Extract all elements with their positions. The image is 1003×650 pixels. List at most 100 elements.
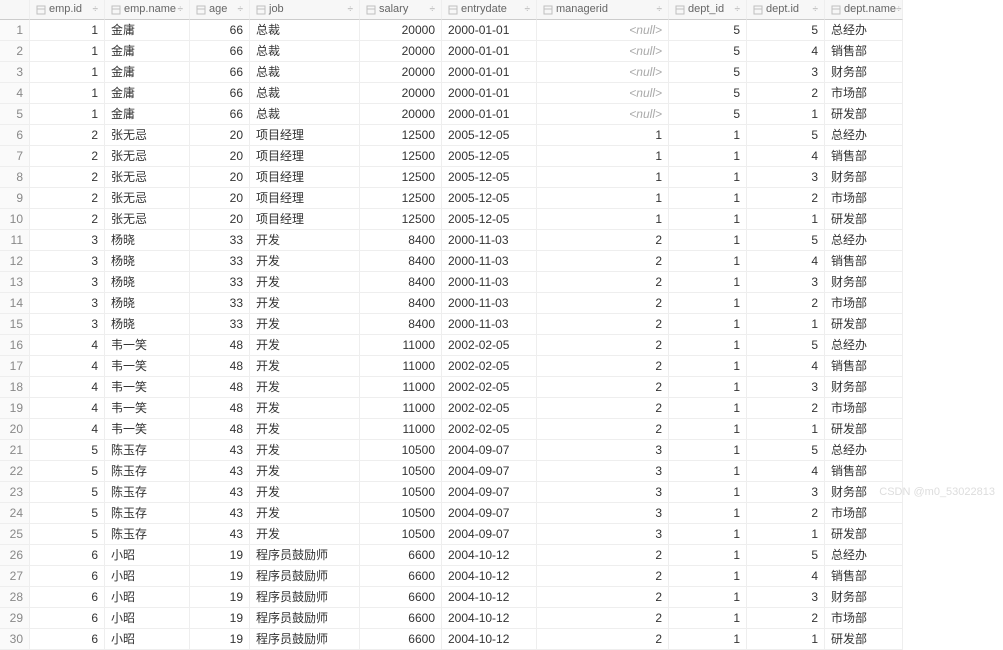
cell-rownum[interactable]: 21	[0, 440, 30, 461]
cell-managerid[interactable]: 2	[537, 566, 669, 587]
cell-dept_id[interactable]: 5	[669, 20, 747, 41]
cell-salary[interactable]: 6600	[360, 566, 442, 587]
cell-dept_id2[interactable]: 4	[747, 461, 825, 482]
cell-emp_id[interactable]: 4	[30, 398, 105, 419]
cell-salary[interactable]: 20000	[360, 20, 442, 41]
cell-managerid[interactable]: 2	[537, 629, 669, 650]
cell-managerid[interactable]: 3	[537, 503, 669, 524]
cell-dept_name[interactable]: 研发部	[825, 524, 903, 545]
cell-managerid[interactable]: 1	[537, 146, 669, 167]
cell-age[interactable]: 66	[190, 62, 250, 83]
cell-dept_id[interactable]: 1	[669, 587, 747, 608]
cell-managerid[interactable]: 2	[537, 587, 669, 608]
sort-indicator-icon[interactable]: ÷	[657, 5, 663, 15]
cell-age[interactable]: 33	[190, 314, 250, 335]
cell-dept_name[interactable]: 总经办	[825, 335, 903, 356]
cell-job[interactable]: 开发	[250, 524, 360, 545]
cell-emp_name[interactable]: 张无忌	[105, 188, 190, 209]
cell-job[interactable]: 总裁	[250, 20, 360, 41]
cell-managerid[interactable]: 2	[537, 398, 669, 419]
cell-emp_name[interactable]: 杨晓	[105, 272, 190, 293]
cell-entrydate[interactable]: 2004-10-12	[442, 629, 537, 650]
cell-rownum[interactable]: 28	[0, 587, 30, 608]
cell-entrydate[interactable]: 2002-02-05	[442, 419, 537, 440]
cell-dept_name[interactable]: 财务部	[825, 587, 903, 608]
cell-job[interactable]: 项目经理	[250, 125, 360, 146]
cell-entrydate[interactable]: 2000-01-01	[442, 20, 537, 41]
cell-salary[interactable]: 11000	[360, 335, 442, 356]
cell-entrydate[interactable]: 2000-01-01	[442, 83, 537, 104]
cell-dept_id2[interactable]: 2	[747, 398, 825, 419]
col-header-dept_id[interactable]: dept_id÷	[669, 0, 747, 20]
cell-entrydate[interactable]: 2000-01-01	[442, 41, 537, 62]
cell-emp_name[interactable]: 韦一笑	[105, 419, 190, 440]
cell-dept_id[interactable]: 1	[669, 146, 747, 167]
cell-rownum[interactable]: 16	[0, 335, 30, 356]
cell-dept_name[interactable]: 市场部	[825, 503, 903, 524]
cell-managerid[interactable]: 1	[537, 167, 669, 188]
cell-dept_id[interactable]: 1	[669, 188, 747, 209]
cell-emp_name[interactable]: 金庸	[105, 83, 190, 104]
cell-age[interactable]: 48	[190, 356, 250, 377]
cell-emp_id[interactable]: 5	[30, 440, 105, 461]
cell-entrydate[interactable]: 2004-10-12	[442, 545, 537, 566]
cell-salary[interactable]: 11000	[360, 356, 442, 377]
cell-salary[interactable]: 10500	[360, 440, 442, 461]
cell-emp_name[interactable]: 张无忌	[105, 146, 190, 167]
cell-emp_name[interactable]: 张无忌	[105, 209, 190, 230]
cell-dept_id2[interactable]: 5	[747, 545, 825, 566]
cell-job[interactable]: 项目经理	[250, 167, 360, 188]
cell-age[interactable]: 43	[190, 524, 250, 545]
cell-dept_id[interactable]: 1	[669, 398, 747, 419]
cell-entrydate[interactable]: 2004-09-07	[442, 503, 537, 524]
cell-emp_id[interactable]: 4	[30, 356, 105, 377]
cell-emp_name[interactable]: 陈玉存	[105, 524, 190, 545]
cell-managerid[interactable]: 2	[537, 293, 669, 314]
cell-dept_id[interactable]: 1	[669, 524, 747, 545]
cell-managerid[interactable]: 2	[537, 230, 669, 251]
cell-age[interactable]: 19	[190, 566, 250, 587]
cell-salary[interactable]: 12500	[360, 167, 442, 188]
cell-emp_name[interactable]: 杨晓	[105, 230, 190, 251]
cell-entrydate[interactable]: 2000-11-03	[442, 314, 537, 335]
cell-managerid[interactable]: 2	[537, 377, 669, 398]
cell-dept_id2[interactable]: 3	[747, 377, 825, 398]
cell-rownum[interactable]: 6	[0, 125, 30, 146]
cell-emp_id[interactable]: 3	[30, 293, 105, 314]
cell-dept_name[interactable]: 财务部	[825, 62, 903, 83]
cell-emp_id[interactable]: 2	[30, 167, 105, 188]
cell-salary[interactable]: 11000	[360, 419, 442, 440]
cell-dept_id[interactable]: 1	[669, 419, 747, 440]
cell-emp_id[interactable]: 1	[30, 41, 105, 62]
cell-entrydate[interactable]: 2005-12-05	[442, 209, 537, 230]
cell-age[interactable]: 66	[190, 83, 250, 104]
cell-dept_id[interactable]: 1	[669, 377, 747, 398]
cell-rownum[interactable]: 12	[0, 251, 30, 272]
cell-age[interactable]: 33	[190, 293, 250, 314]
cell-job[interactable]: 开发	[250, 440, 360, 461]
cell-emp_name[interactable]: 韦一笑	[105, 377, 190, 398]
cell-dept_id2[interactable]: 2	[747, 83, 825, 104]
cell-emp_name[interactable]: 陈玉存	[105, 440, 190, 461]
cell-dept_name[interactable]: 研发部	[825, 314, 903, 335]
cell-managerid[interactable]: 2	[537, 272, 669, 293]
cell-job[interactable]: 总裁	[250, 104, 360, 125]
cell-rownum[interactable]: 11	[0, 230, 30, 251]
cell-salary[interactable]: 10500	[360, 503, 442, 524]
cell-rownum[interactable]: 19	[0, 398, 30, 419]
cell-age[interactable]: 43	[190, 503, 250, 524]
cell-salary[interactable]: 8400	[360, 314, 442, 335]
cell-age[interactable]: 66	[190, 20, 250, 41]
col-header-emp_id[interactable]: emp.id÷	[30, 0, 105, 20]
cell-managerid[interactable]: <null>	[537, 104, 669, 125]
cell-age[interactable]: 66	[190, 41, 250, 62]
cell-dept_name[interactable]: 总经办	[825, 545, 903, 566]
cell-emp_name[interactable]: 杨晓	[105, 293, 190, 314]
cell-job[interactable]: 开发	[250, 314, 360, 335]
cell-managerid[interactable]: 2	[537, 545, 669, 566]
cell-rownum[interactable]: 7	[0, 146, 30, 167]
cell-job[interactable]: 项目经理	[250, 209, 360, 230]
cell-emp_id[interactable]: 6	[30, 545, 105, 566]
cell-salary[interactable]: 10500	[360, 461, 442, 482]
cell-dept_name[interactable]: 财务部	[825, 167, 903, 188]
